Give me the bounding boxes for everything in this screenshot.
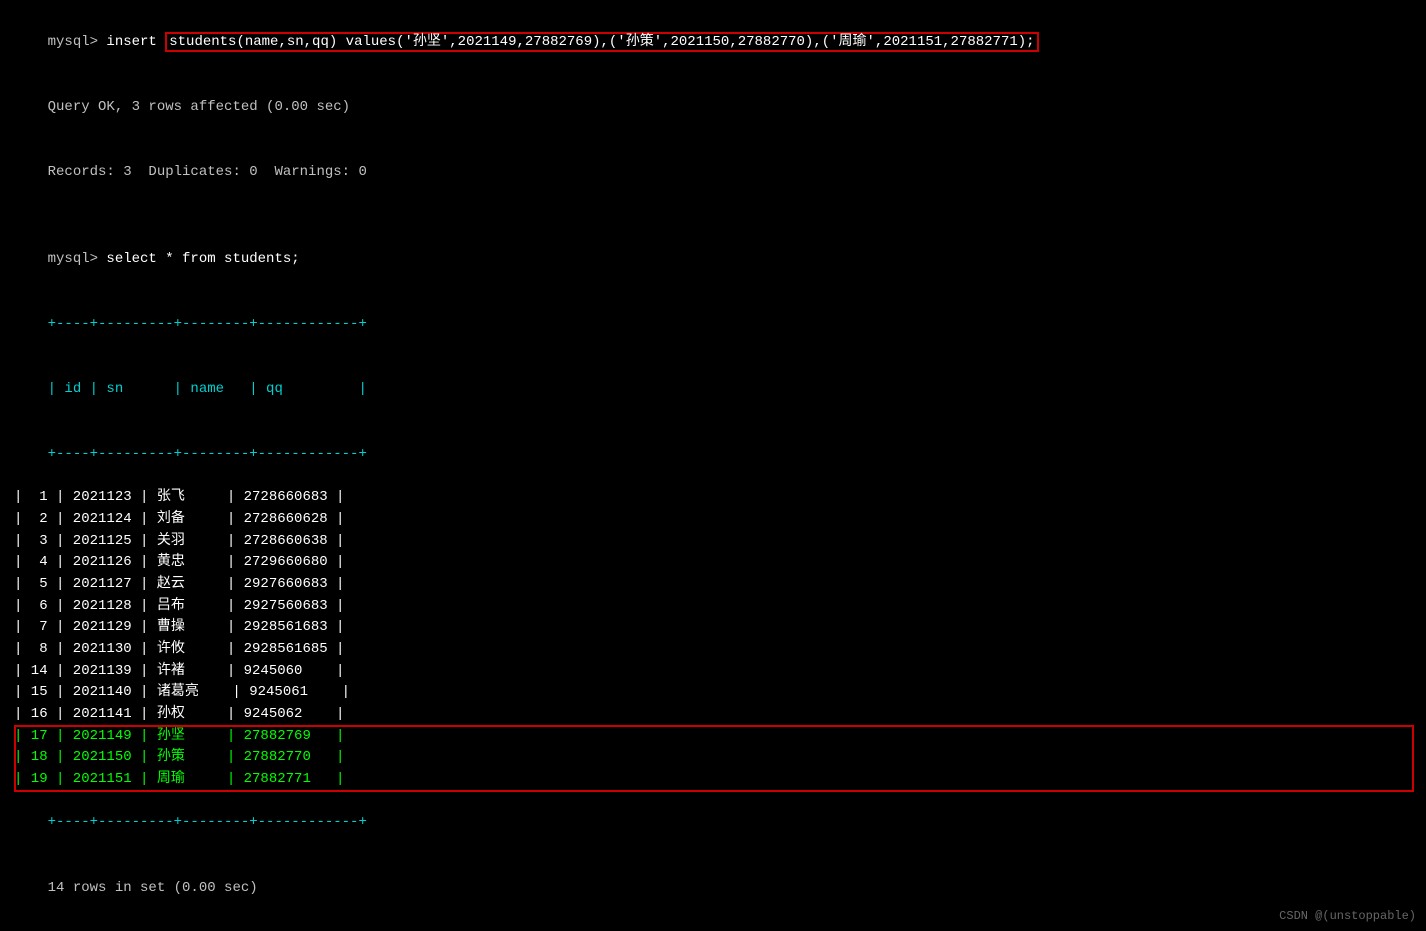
sep-header-text: +----+---------+--------+------------+ [48, 446, 367, 462]
insert-highlight: students(name,sn,qq) values('孙坚',2021149… [165, 32, 1038, 52]
table-row: | 18 | 2021150 | 孙策 | 27882770 | [14, 747, 1412, 769]
records-line: Records: 3 Duplicates: 0 Warnings: 0 [14, 140, 1412, 205]
table-row: | 3 | 2021125 | 关羽 | 2728660638 | [14, 531, 1412, 553]
table-row: | 1 | 2021123 | 张飞 | 2728660683 | [14, 487, 1412, 509]
header-text: | id | sn | name | qq | [48, 381, 367, 397]
table-row: | 8 | 2021130 | 许攸 | 2928561685 | [14, 639, 1412, 661]
table-row: | 19 | 2021151 | 周瑜 | 27882771 | [14, 769, 1412, 791]
select-line: mysql> select * from students; [14, 227, 1412, 292]
prompt1: mysql> [48, 34, 107, 50]
prompt2: mysql> [48, 251, 107, 267]
table-row: | 14 | 2021139 | 许褚 | 9245060 | [14, 661, 1412, 683]
insert-line: mysql> insert students(name,sn,qq) value… [14, 10, 1412, 75]
sep-header: +----+---------+--------+------------+ [14, 422, 1412, 487]
table-row: | 7 | 2021129 | 曹操 | 2928561683 | [14, 617, 1412, 639]
table-row: | 17 | 2021149 | 孙坚 | 27882769 | [14, 726, 1412, 748]
footer-text: 14 rows in set (0.00 sec) [48, 880, 258, 896]
watermark: CSDN @(unstoppable) [1279, 909, 1416, 923]
query-ok-text: Query OK, 3 rows affected (0.00 sec) [48, 99, 350, 115]
table-row: | 15 | 2021140 | 诸葛亮 | 9245061 | [14, 682, 1412, 704]
blank-line [14, 205, 1412, 227]
query-ok-line: Query OK, 3 rows affected (0.00 sec) [14, 75, 1412, 140]
sep-top-text: +----+---------+--------+------------+ [48, 316, 367, 332]
footer-line: 14 rows in set (0.00 sec) [14, 856, 1412, 921]
sep-top: +----+---------+--------+------------+ [14, 292, 1412, 357]
insert-keyword: insert [106, 34, 165, 50]
table-header-row: | id | sn | name | qq | [14, 357, 1412, 422]
select-cmd: select * from students; [106, 251, 299, 267]
insert-args: students(name,sn,qq) values('孙坚',2021149… [169, 34, 1034, 50]
records-text: Records: 3 Duplicates: 0 Warnings: 0 [48, 164, 367, 180]
table-row: | 4 | 2021126 | 黄忠 | 2729660680 | [14, 552, 1412, 574]
table-row: | 5 | 2021127 | 赵云 | 2927660683 | [14, 574, 1412, 596]
table-body: | 1 | 2021123 | 张飞 | 2728660683 || 2 | 2… [14, 487, 1412, 791]
sep-bottom: +----+---------+--------+------------+ [14, 791, 1412, 856]
table-row: | 6 | 2021128 | 吕布 | 2927560683 | [14, 596, 1412, 618]
table-row: | 2 | 2021124 | 刘备 | 2728660628 | [14, 509, 1412, 531]
sep-bottom-text: +----+---------+--------+------------+ [48, 814, 367, 830]
terminal: mysql> insert students(name,sn,qq) value… [14, 10, 1412, 921]
table-row: | 16 | 2021141 | 孙权 | 9245062 | [14, 704, 1412, 726]
